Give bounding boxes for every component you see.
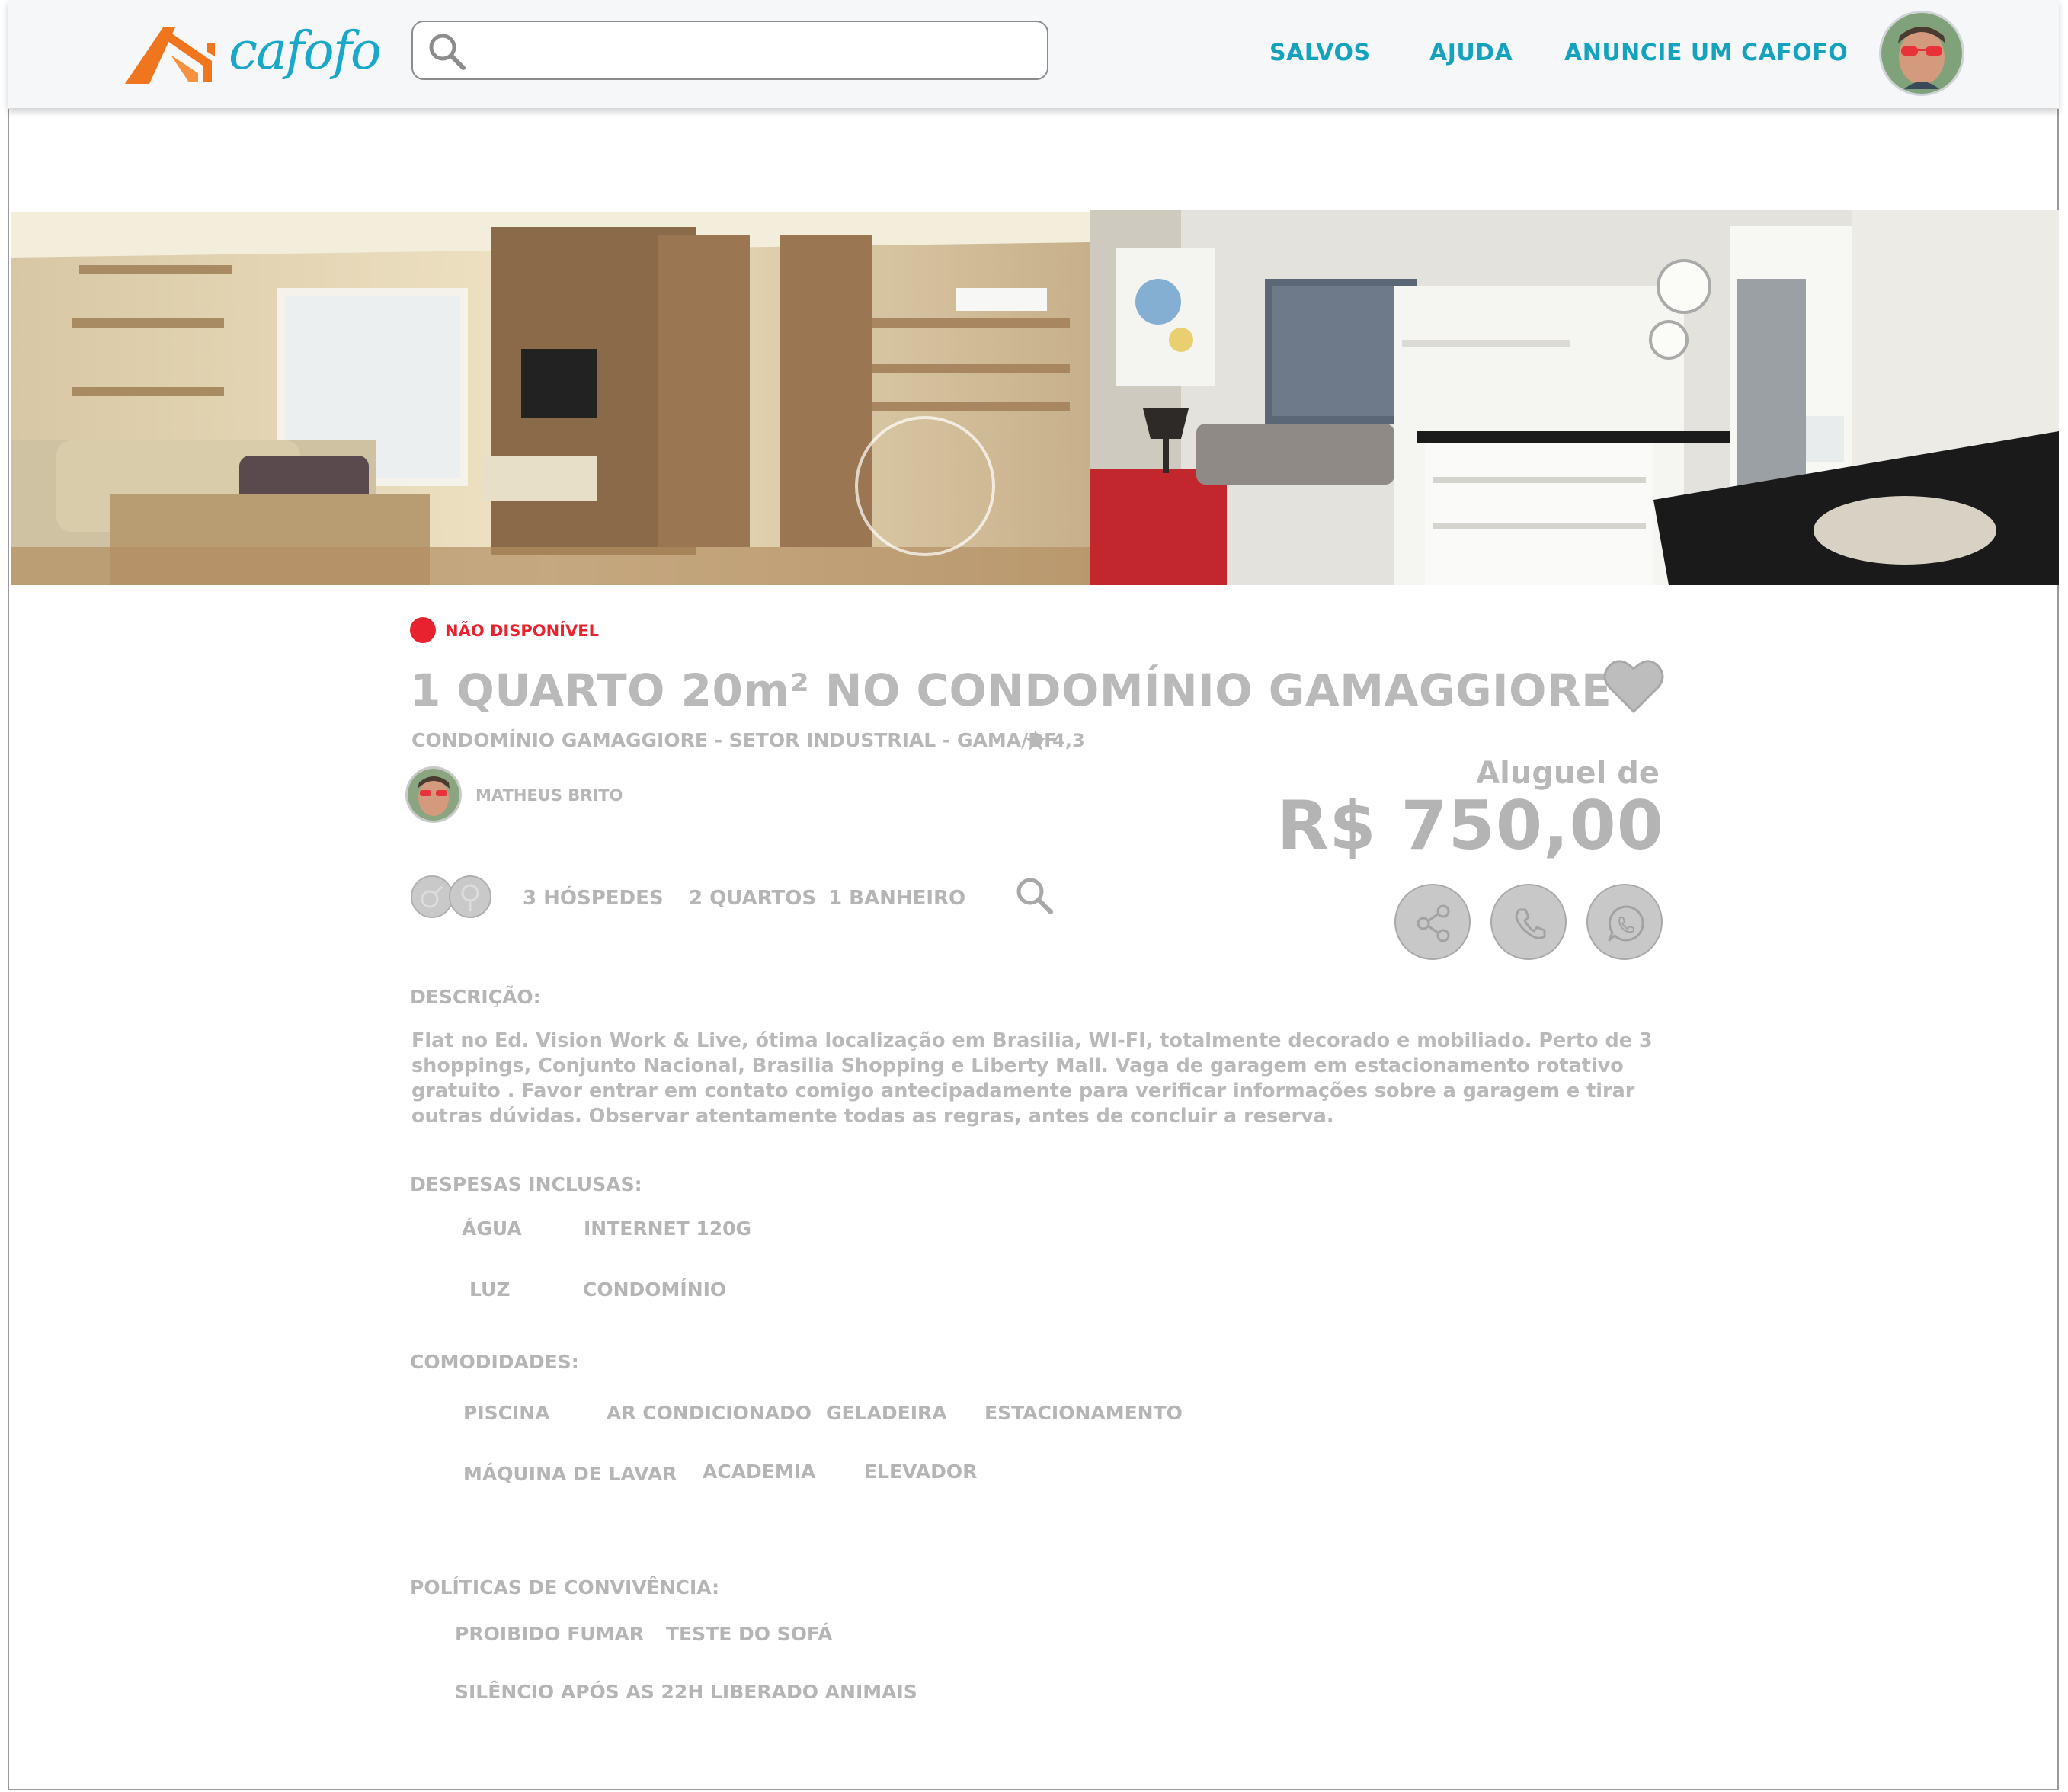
zoom-icon[interactable] [1013,875,1055,916]
listing-location: CONDOMÍNIO GAMAGGIORE - SETOR INDUSTRIAL… [411,729,1058,751]
amenity-item: ELEVADOR [864,1461,978,1483]
user-avatar[interactable] [1879,11,1964,96]
description-heading: DESCRIÇÃO: [410,986,541,1008]
feature-rooms: 2 QUARTOS [689,887,817,910]
feature-guests: 3 HÓSPEDES [523,887,664,910]
heart-icon[interactable] [1603,657,1664,715]
policy-item: SILÊNCIO APÓS AS 22H [455,1681,704,1703]
policy-item: LIBERADO ANIMAIS [710,1681,917,1703]
phone-icon [1515,908,1546,939]
amenity-item: ACADEMIA [703,1461,816,1483]
logo-wordmark: cafofo [229,21,382,82]
amenity-item: GELADEIRA [826,1402,947,1424]
top-bar: cafofo SALVOS AJUDA ANUNCIE UM CAFOFO [8,0,2059,109]
logo-house-icon [125,27,215,84]
price-value: R$ 750,00 [1276,786,1664,865]
search-input[interactable] [477,30,1029,72]
listing-photo-kitchen[interactable] [1090,210,2059,585]
policy-item: PROIBIDO FUMAR [455,1623,645,1645]
description-text: Flat no Ed. Vision Work & Live, ótima lo… [411,1029,1653,1128]
host-name[interactable]: MATHEUS BRITO [475,786,623,805]
search-bar[interactable] [411,21,1048,80]
cafofo-logo[interactable]: cafofo [122,20,382,93]
whatsapp-button[interactable] [1586,884,1663,960]
expenses-heading: DESPESAS INCLUSAS: [410,1173,642,1195]
unavailable-dot-icon [410,617,436,643]
search-icon [429,34,466,70]
policies-heading: POLÍTICAS DE CONVIVÊNCIA: [410,1576,720,1598]
availability-label: NÃO DISPONÍVEL [445,622,599,640]
expense-item: LUZ [469,1278,511,1301]
amenity-item: PISCINA [463,1402,550,1424]
listing-photo-living-room[interactable] [11,212,1090,585]
expense-item: CONDOMÍNIO [583,1278,727,1301]
nav-saved-link[interactable]: SALVOS [1269,40,1371,66]
feature-bathrooms: 1 BANHEIRO [828,887,966,910]
amenity-item: ESTACIONAMENTO [984,1402,1183,1424]
host-avatar[interactable] [405,766,462,823]
expense-item: ÁGUA [462,1218,522,1240]
expense-item: INTERNET 120G [584,1218,752,1240]
star-icon: ★ [1023,724,1049,757]
policy-item: TESTE DO SOFÁ [666,1623,833,1645]
whatsapp-icon [1608,905,1644,942]
amenity-item: MÁQUINA DE LAVAR [463,1463,677,1485]
nav-help-link[interactable]: AJUDA [1429,40,1513,66]
share-button[interactable] [1394,884,1471,960]
share-icon [1417,904,1450,942]
listing-title: 1 QUARTO 20m² NO CONDOMÍNIO GAMAGGIORE [410,664,1612,716]
listing-rating: ★ 4,3 [1023,724,1085,757]
amenities-heading: COMODIDADES: [410,1351,579,1373]
rating-value: 4,3 [1052,730,1085,751]
amenity-item: AR CONDICIONADO [607,1402,812,1424]
call-button[interactable] [1490,884,1567,960]
nav-advertise-link[interactable]: ANUNCIE UM CAFOFO [1564,40,1848,66]
gender-icon [411,875,491,918]
